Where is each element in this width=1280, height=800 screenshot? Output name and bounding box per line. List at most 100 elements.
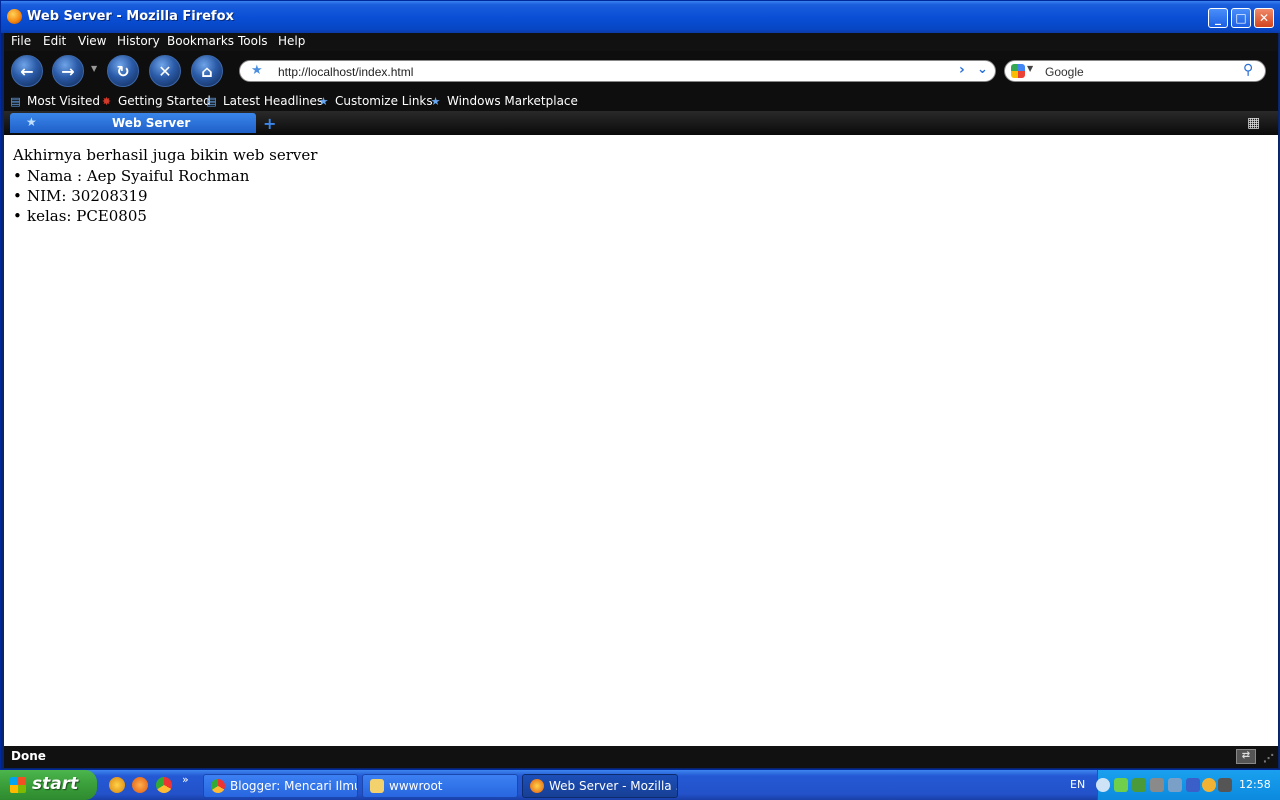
tray-app-icon[interactable] bbox=[1132, 778, 1146, 792]
bookmark-getting-started[interactable]: ✸ Getting Started bbox=[99, 94, 211, 108]
tray-warning-icon[interactable] bbox=[1202, 778, 1216, 792]
url-bar[interactable]: ★ http://localhost/index.html › ⌄ bbox=[239, 60, 996, 82]
tray-network-icon[interactable] bbox=[1114, 778, 1128, 792]
taskbar-item-blogger[interactable]: Blogger: Mencari Ilmu... bbox=[203, 774, 358, 798]
start-label: start bbox=[32, 774, 79, 794]
bookmark-customize-links[interactable]: ★ Customize Links bbox=[316, 94, 433, 108]
forward-icon: → bbox=[61, 61, 75, 81]
star-icon: ★ bbox=[430, 94, 441, 108]
taskbar-item-wwwroot[interactable]: wwwroot bbox=[362, 774, 518, 798]
home-button[interactable]: ⌂ bbox=[191, 55, 223, 87]
star-icon: ★ bbox=[318, 94, 329, 108]
rss-folder-icon: ▤ bbox=[206, 94, 217, 108]
taskbar-item-web-server[interactable]: Web Server - Mozilla ... bbox=[522, 774, 678, 798]
status-bar: Done ⇄ ⋰ bbox=[4, 746, 1278, 768]
bookmark-label: Getting Started bbox=[118, 94, 211, 108]
menu-help[interactable]: Help bbox=[278, 34, 305, 48]
menu-view[interactable]: View bbox=[78, 34, 106, 48]
menu-bar: File Edit View History Bookmarks Tools H… bbox=[4, 33, 1278, 51]
bookmark-windows-marketplace[interactable]: ★ Windows Marketplace bbox=[428, 94, 578, 108]
bookmark-label: Windows Marketplace bbox=[447, 94, 578, 108]
page-heading: Akhirnya berhasil juga bikin web server bbox=[13, 146, 318, 164]
stop-icon: ✕ bbox=[158, 61, 172, 81]
navigation-toolbar: ← → ▼ ↻ ✕ ⌂ ★ http://localhost/index.htm… bbox=[4, 51, 1278, 93]
getting-started-icon: ✸ bbox=[101, 94, 112, 108]
maximize-icon: □ bbox=[1235, 11, 1247, 25]
stop-button[interactable]: ✕ bbox=[149, 55, 181, 87]
history-dropdown-icon[interactable]: ▼ bbox=[91, 64, 97, 73]
quicklaunch-chrome-icon[interactable] bbox=[156, 777, 172, 793]
google-engine-icon[interactable] bbox=[1011, 64, 1025, 78]
menu-tools[interactable]: Tools bbox=[238, 34, 268, 48]
connection-status-icon[interactable]: ⇄ bbox=[1236, 749, 1256, 764]
page-favicon-icon: ★ bbox=[26, 115, 37, 129]
bookmarks-toolbar: ▤ Most Visited ✸ Getting Started ▤ Lates… bbox=[4, 93, 1278, 111]
tab-label: Web Server bbox=[112, 116, 191, 130]
bookmark-label: Customize Links bbox=[335, 94, 433, 108]
list-item: kelas: PCE0805 bbox=[13, 206, 249, 226]
menu-file[interactable]: File bbox=[11, 34, 31, 48]
window-title: Web Server - Mozilla Firefox bbox=[27, 9, 234, 24]
reload-button[interactable]: ↻ bbox=[107, 55, 139, 87]
menu-bookmarks[interactable]: Bookmarks bbox=[167, 34, 234, 48]
search-icon[interactable]: ⚲ bbox=[1243, 62, 1253, 78]
bookmark-latest-headlines[interactable]: ▤ Latest Headlines bbox=[204, 94, 323, 108]
tray-monitor-icon[interactable] bbox=[1218, 778, 1232, 792]
menu-history[interactable]: History bbox=[117, 34, 160, 48]
title-bar[interactable]: Web Server - Mozilla Firefox _ □ ✕ bbox=[1, 1, 1280, 33]
status-text: Done bbox=[11, 749, 46, 763]
quicklaunch-app-icon[interactable] bbox=[109, 777, 125, 793]
forward-button[interactable]: → bbox=[52, 55, 84, 87]
bookmark-star-icon[interactable]: ★ bbox=[251, 63, 263, 78]
tray-connection-icon[interactable] bbox=[1150, 778, 1164, 792]
bookmark-label: Most Visited bbox=[27, 94, 101, 108]
tab-list-grid-icon[interactable]: ▦ bbox=[1247, 115, 1265, 131]
firefox-icon bbox=[530, 779, 544, 793]
system-tray: EN 12:58 bbox=[1070, 770, 1280, 800]
maximize-button[interactable]: □ bbox=[1231, 8, 1251, 28]
tab-web-server[interactable]: ★ Web Server bbox=[10, 113, 256, 133]
list-item: Nama : Aep Syaiful Rochman bbox=[13, 166, 249, 186]
resize-grip-icon[interactable]: ⋰ bbox=[1263, 752, 1274, 765]
folder-icon bbox=[370, 779, 384, 793]
tray-tool-icon[interactable] bbox=[1168, 778, 1182, 792]
clock[interactable]: 12:58 bbox=[1239, 778, 1271, 791]
bookmark-most-visited[interactable]: ▤ Most Visited bbox=[8, 94, 100, 108]
url-dropdown-icon[interactable]: ⌄ bbox=[977, 62, 988, 77]
most-visited-icon: ▤ bbox=[10, 94, 21, 108]
search-input[interactable]: Google bbox=[1045, 65, 1084, 79]
url-input[interactable]: http://localhost/index.html bbox=[278, 65, 413, 79]
quicklaunch-firefox-icon[interactable] bbox=[132, 777, 148, 793]
language-indicator[interactable]: EN bbox=[1070, 778, 1085, 791]
chrome-icon bbox=[211, 779, 225, 793]
tab-bar: ★ Web Server + ▦ bbox=[4, 111, 1278, 135]
start-button[interactable]: start bbox=[0, 770, 97, 800]
go-arrow-icon[interactable]: › bbox=[959, 62, 965, 78]
list-item: NIM: 30208319 bbox=[13, 186, 249, 206]
bookmark-label: Latest Headlines bbox=[223, 94, 324, 108]
task-label: Web Server - Mozilla ... bbox=[549, 779, 678, 793]
page-content: Akhirnya berhasil juga bikin web server … bbox=[4, 135, 1278, 746]
new-tab-icon[interactable]: + bbox=[263, 114, 276, 133]
close-icon: ✕ bbox=[1258, 11, 1270, 25]
back-button[interactable]: ← bbox=[11, 55, 43, 87]
close-button[interactable]: ✕ bbox=[1254, 8, 1274, 28]
windows-logo-icon bbox=[10, 777, 26, 793]
minimize-icon: _ bbox=[1215, 11, 1221, 25]
menu-edit[interactable]: Edit bbox=[43, 34, 66, 48]
firefox-logo-icon bbox=[7, 9, 22, 24]
browser-window: Web Server - Mozilla Firefox _ □ ✕ File … bbox=[0, 0, 1280, 770]
back-icon: ← bbox=[20, 61, 34, 81]
search-bar[interactable]: ▼ Google ⚲ bbox=[1004, 60, 1266, 82]
reload-icon: ↻ bbox=[116, 61, 130, 81]
engine-dropdown-icon[interactable]: ▼ bbox=[1027, 64, 1033, 73]
taskbar: start » Blogger: Mencari Ilmu... wwwroot… bbox=[0, 770, 1280, 800]
tray-back-icon[interactable] bbox=[1096, 778, 1110, 792]
task-label: Blogger: Mencari Ilmu... bbox=[230, 779, 357, 793]
home-icon: ⌂ bbox=[201, 61, 213, 81]
task-label: wwwroot bbox=[389, 779, 443, 793]
tray-device-icon[interactable] bbox=[1186, 778, 1200, 792]
minimize-button[interactable]: _ bbox=[1208, 8, 1228, 28]
quicklaunch-more-icon[interactable]: » bbox=[182, 773, 189, 786]
info-list: Nama : Aep Syaiful Rochman NIM: 30208319… bbox=[13, 166, 249, 226]
